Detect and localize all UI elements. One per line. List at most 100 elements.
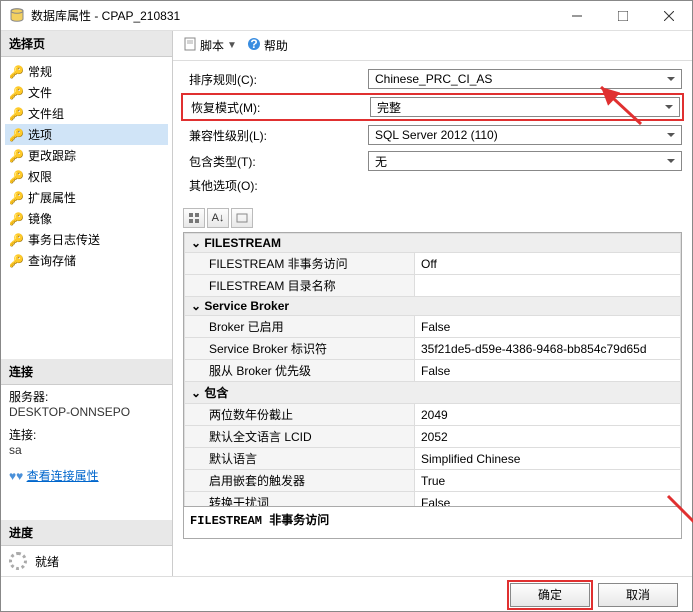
grid-value[interactable]: Simplified Chinese <box>415 448 681 470</box>
help-icon: ? <box>247 37 261 54</box>
grid-value[interactable]: 2052 <box>415 426 681 448</box>
script-button[interactable]: 脚本 ▼ <box>183 37 237 54</box>
help-button[interactable]: ? 帮助 <box>247 37 288 54</box>
progress-spinner-icon <box>9 552 27 570</box>
grid-row[interactable]: 默认全文语言 LCID2052 <box>185 426 681 448</box>
expand-icon: ⌄ <box>191 236 201 250</box>
nav-item[interactable]: 🔑 查询存储 <box>5 250 168 271</box>
grid-key: Service Broker 标识符 <box>185 338 415 360</box>
grid-value[interactable]: False <box>415 492 681 508</box>
grid-row[interactable]: Service Broker 标识符35f21de5-d59e-4386-946… <box>185 338 681 360</box>
nav-item[interactable]: 🔑文件 <box>5 82 168 103</box>
connection-value: sa <box>1 443 172 461</box>
grid-value[interactable]: True <box>415 470 681 492</box>
nav-item-label: 扩展属性 <box>28 189 76 206</box>
categorized-view-button[interactable] <box>183 208 205 228</box>
recovery-label: 恢复模式(M): <box>185 99 370 116</box>
server-value: DESKTOP-ONNSEPO <box>1 405 172 423</box>
nav-item-label: 选项 <box>28 126 52 143</box>
grid-value[interactable]: Off <box>415 253 681 275</box>
other-options-label: 其他选项(O): <box>183 177 368 194</box>
grid-row[interactable]: Broker 已启用False <box>185 316 681 338</box>
titlebar: 数据库属性 - CPAP_210831 <box>1 1 692 31</box>
nav-item[interactable]: 🔑选项 <box>5 124 168 145</box>
grid-row[interactable]: 默认语言Simplified Chinese <box>185 448 681 470</box>
grid-category[interactable]: ⌄ Service Broker <box>185 297 681 316</box>
maximize-button[interactable] <box>600 1 646 31</box>
page-icon: 🔑 <box>9 254 24 268</box>
minimize-button[interactable] <box>554 1 600 31</box>
select-page-header: 选择页 <box>1 31 172 57</box>
nav-item-label: 文件 <box>28 84 52 101</box>
expand-icon: ⌄ <box>191 386 201 400</box>
page-icon: 🔑 <box>9 170 24 184</box>
page-icon: 🔑 <box>9 65 24 79</box>
nav-item-label: 查询存储 <box>28 252 76 269</box>
view-connection-link[interactable]: 查看连接属性 <box>27 469 99 483</box>
grid-value[interactable] <box>415 275 681 297</box>
recovery-combo[interactable]: 完整 <box>370 97 680 117</box>
grid-row[interactable]: FILESTREAM 非事务访问Off <box>185 253 681 275</box>
grid-category[interactable]: ⌄ 包含 <box>185 382 681 404</box>
nav-item[interactable]: 🔑 常规 <box>5 61 168 82</box>
grid-row[interactable]: 启用嵌套的触发器True <box>185 470 681 492</box>
nav-item[interactable]: 🔑 事务日志传送 <box>5 229 168 250</box>
nav-item[interactable]: 🔑 镜像 <box>5 208 168 229</box>
nav-item[interactable]: 🔑文件组 <box>5 103 168 124</box>
property-grid[interactable]: ⌄ FILESTREAMFILESTREAM 非事务访问OffFILESTREA… <box>183 232 682 507</box>
recovery-value: 完整 <box>377 99 401 116</box>
grid-row[interactable]: 转换干扰词False <box>185 492 681 508</box>
connection-header: 连接 <box>1 359 172 385</box>
collation-label: 排序规则(C): <box>183 71 368 88</box>
alphabetical-view-button[interactable]: A↓ <box>207 208 229 228</box>
nav-item[interactable]: 🔑扩展属性 <box>5 187 168 208</box>
grid-key: Broker 已启用 <box>185 316 415 338</box>
grid-key: FILESTREAM 目录名称 <box>185 275 415 297</box>
collation-combo[interactable]: Chinese_PRC_CI_AS <box>368 69 682 89</box>
content-toolbar: 脚本 ▼ ? 帮助 <box>173 31 692 61</box>
page-icon: 🔑 <box>9 107 24 121</box>
expand-icon: ⌄ <box>191 299 201 313</box>
grid-value[interactable]: 2049 <box>415 404 681 426</box>
nav-item-label: 镜像 <box>28 210 52 227</box>
cancel-button[interactable]: 取消 <box>598 583 678 607</box>
grid-key: 启用嵌套的触发器 <box>185 470 415 492</box>
grid-row[interactable]: 服从 Broker 优先级False <box>185 360 681 382</box>
grid-row[interactable]: 两位数年份截止2049 <box>185 404 681 426</box>
database-icon <box>9 8 25 24</box>
nav-item-label: 权限 <box>28 168 52 185</box>
compat-combo[interactable]: SQL Server 2012 (110) <box>368 125 682 145</box>
chevron-down-icon: ▼ <box>227 40 237 51</box>
progress-header: 进度 <box>1 520 172 546</box>
ok-button[interactable]: 确定 <box>510 583 590 607</box>
nav-list: 🔑常规🔑文件🔑文件组🔑选项🔑更改跟踪🔑权限🔑扩展属性🔑镜像🔑事务日志传送🔑查询存… <box>5 61 168 271</box>
grid-row[interactable]: FILESTREAM 目录名称 <box>185 275 681 297</box>
page-icon: 🔑 <box>9 233 24 247</box>
grid-value[interactable]: False <box>415 316 681 338</box>
script-icon <box>183 37 197 54</box>
grid-category[interactable]: ⌄ FILESTREAM <box>185 234 681 253</box>
recovery-row-highlight: 恢复模式(M): 完整 <box>181 93 684 121</box>
server-label: 服务器: <box>1 385 172 405</box>
nav-item-label: 事务日志传送 <box>28 231 100 248</box>
page-icon: 🔑 <box>9 212 24 226</box>
compat-value: SQL Server 2012 (110) <box>375 128 498 142</box>
script-label: 脚本 <box>200 37 224 54</box>
nav-item-label: 更改跟踪 <box>28 147 76 164</box>
collation-value: Chinese_PRC_CI_AS <box>375 72 492 86</box>
options-form: 排序规则(C): Chinese_PRC_CI_AS 恢复模式(M): 完整 兼… <box>173 61 692 204</box>
nav-item[interactable]: 🔑 权限 <box>5 166 168 187</box>
property-grid-toolbar: A↓ <box>173 204 692 232</box>
close-button[interactable] <box>646 1 692 31</box>
svg-text:?: ? <box>250 37 257 51</box>
grid-value[interactable]: 35f21de5-d59e-4386-9468-bb854c79d65d <box>415 338 681 360</box>
nav-item[interactable]: 🔑更改跟踪 <box>5 145 168 166</box>
connection-label: 连接: <box>1 423 172 443</box>
nav-item-label: 常规 <box>28 63 52 80</box>
grid-value[interactable]: False <box>415 360 681 382</box>
containment-value: 无 <box>375 153 387 170</box>
compat-label: 兼容性级别(L): <box>183 127 368 144</box>
containment-combo[interactable]: 无 <box>368 151 682 171</box>
grid-tool-icon[interactable] <box>231 208 253 228</box>
containment-label: 包含类型(T): <box>183 153 368 170</box>
